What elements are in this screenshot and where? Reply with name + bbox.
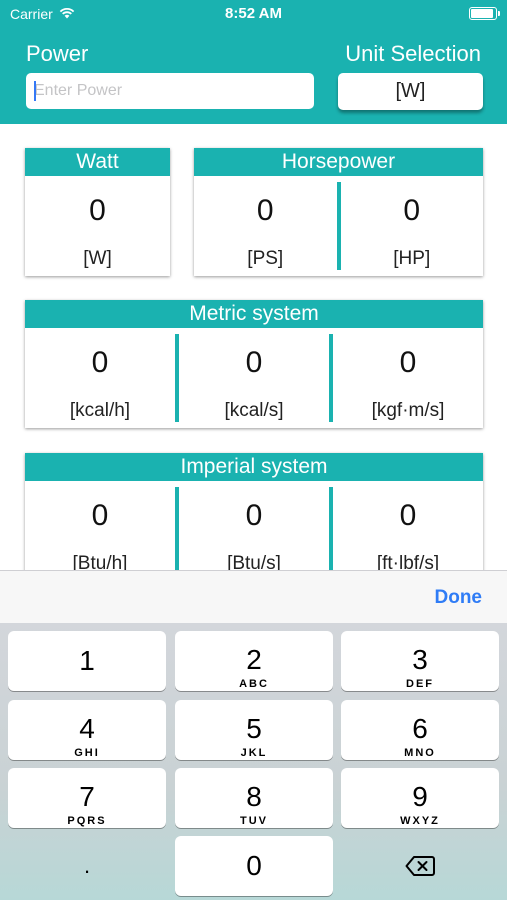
key-digit: 2 — [246, 644, 262, 675]
card-title: Imperial system — [25, 453, 483, 481]
key-6[interactable]: 6 MNO — [341, 700, 499, 760]
delete-key[interactable] — [341, 836, 499, 896]
done-button[interactable]: Done — [435, 587, 483, 609]
card-title: Metric system — [25, 300, 483, 328]
result-cell-kcal-s: 0 [kcal/s] — [179, 328, 329, 428]
backspace-icon — [405, 855, 435, 882]
key-digit: 7 — [79, 781, 95, 812]
result-value: 0 — [399, 346, 417, 379]
key-digit: 6 — [412, 713, 428, 744]
result-value: 0 — [91, 346, 109, 379]
result-value: 0 — [399, 499, 417, 532]
status-time: 8:52 AM — [225, 5, 282, 22]
battery-icon — [469, 7, 500, 20]
key-digit: 1 — [79, 645, 95, 676]
result-value: 0 — [89, 194, 106, 227]
key-digit: 8 — [246, 781, 262, 812]
result-cell-btu-s: 0 [Btu/s] — [179, 481, 329, 581]
key-4[interactable]: 4 GHI — [8, 700, 166, 760]
result-unit: [kcal/s] — [224, 400, 284, 421]
number-pad: 1 2 ABC 3 DEF 4 GHI 5 JKL 6 MNO 7 PQRS 8… — [0, 623, 507, 900]
key-letters: MNO — [404, 747, 436, 759]
key-9[interactable]: 9 WXYZ — [341, 768, 499, 828]
result-cell-ft-lbf-s: 0 [ft·lbf/s] — [333, 481, 483, 581]
key-letters: PQRS — [67, 815, 107, 827]
result-value: 0 — [245, 346, 263, 379]
result-cell-kcal-h: 0 [kcal/h] — [25, 328, 175, 428]
result-unit: [HP] — [393, 248, 431, 269]
key-digit: 4 — [79, 713, 95, 744]
key-letters: GHI — [74, 747, 100, 759]
unit-selection-label: Unit Selection — [345, 41, 481, 66]
key-3[interactable]: 3 DEF — [341, 631, 499, 691]
result-value: 0 — [245, 499, 263, 532]
result-value: 0 — [256, 194, 274, 227]
key-letters: WXYZ — [400, 815, 440, 827]
card-title: Horsepower — [194, 148, 483, 176]
status-bar: Carrier 8:52 AM — [0, 0, 507, 28]
key-letters: TUV — [240, 815, 268, 827]
key-5[interactable]: 5 JKL — [175, 700, 333, 760]
result-unit: [kcal/h] — [69, 400, 131, 421]
result-unit: [W] — [83, 248, 112, 269]
key-digit: 9 — [412, 781, 428, 812]
power-input[interactable] — [26, 73, 314, 109]
key-digit: 3 — [412, 644, 428, 675]
imperial-card: Imperial system 0 [Btu/h] 0 [Btu/s] 0 [f… — [25, 453, 483, 581]
result-value: 0 — [91, 499, 109, 532]
result-unit: [PS] — [247, 248, 284, 269]
watt-card: Watt 0 [W] — [25, 148, 170, 276]
keyboard-toolbar: Done — [0, 570, 507, 623]
result-cell-hp: 0 [HP] — [341, 176, 484, 276]
key-8[interactable]: 8 TUV — [175, 768, 333, 828]
result-cell-w: 0 [W] — [25, 176, 170, 276]
header: Power Unit Selection [W] — [0, 28, 507, 124]
result-cell-kgf-m-s: 0 [kgf·m/s] — [333, 328, 483, 428]
unit-selection-button[interactable]: [W] — [338, 73, 483, 110]
result-cell-ps: 0 [PS] — [194, 176, 337, 276]
horsepower-card: Horsepower 0 [PS] 0 [HP] — [194, 148, 483, 276]
decimal-key[interactable]: . — [8, 836, 166, 896]
key-0[interactable]: 0 — [175, 836, 333, 896]
key-digit: 5 — [246, 713, 262, 744]
key-1[interactable]: 1 — [8, 631, 166, 691]
key-digit: 0 — [246, 850, 262, 881]
result-cell-btu-h: 0 [Btu/h] — [25, 481, 175, 581]
result-unit: [kgf·m/s] — [371, 400, 445, 421]
text-cursor — [34, 81, 36, 101]
key-7[interactable]: 7 PQRS — [8, 768, 166, 828]
power-label: Power — [26, 41, 89, 66]
result-value: 0 — [403, 194, 421, 227]
metric-card: Metric system 0 [kcal/h] 0 [kcal/s] 0 [k… — [25, 300, 483, 428]
key-letters: ABC — [239, 678, 269, 690]
key-letters: JKL — [240, 747, 268, 759]
card-title: Watt — [25, 148, 170, 176]
key-2[interactable]: 2 ABC — [175, 631, 333, 691]
key-letters: DEF — [406, 678, 434, 690]
